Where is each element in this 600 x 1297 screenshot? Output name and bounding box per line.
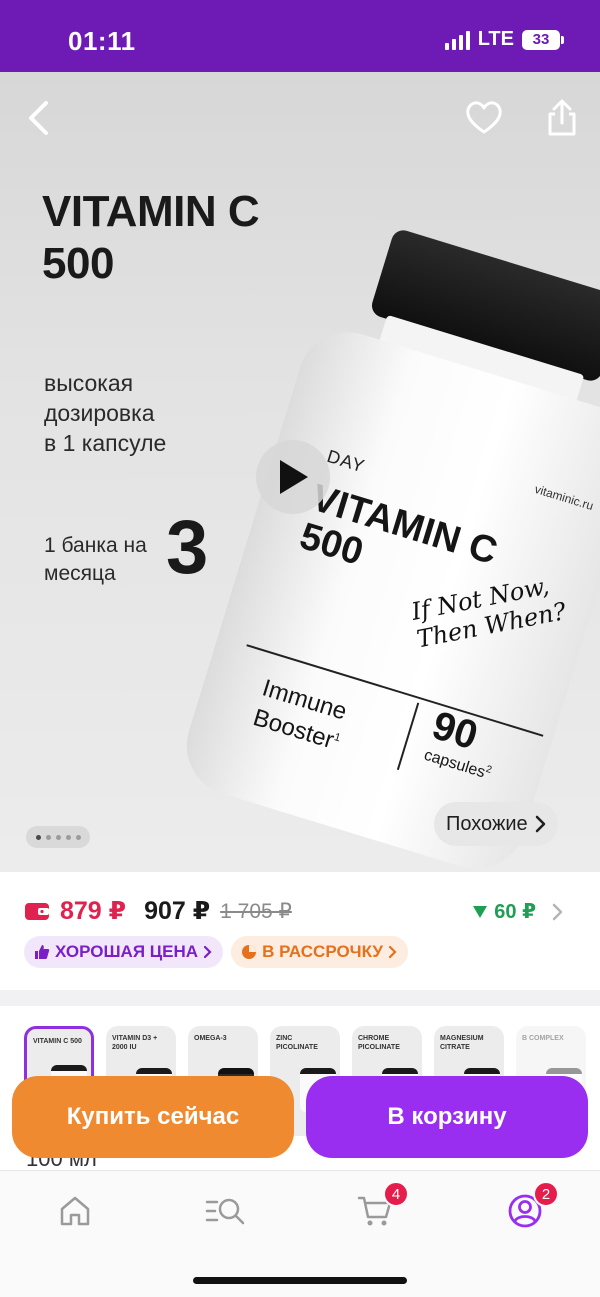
carousel-dot[interactable] (75, 834, 81, 840)
play-icon (280, 460, 308, 494)
variant-label: OMEGA-3 (194, 1035, 227, 1042)
bottle-brand: DAY (324, 446, 368, 477)
battery-icon: 33 (522, 29, 564, 50)
carousel-dot[interactable] (65, 834, 71, 840)
carousel-dot[interactable] (45, 834, 51, 840)
price-row: 879 ₽ 907 ₽ 1 705 ₽ (24, 896, 292, 926)
bottle-divider-vertical (396, 702, 420, 771)
discount-link[interactable]: 60 ₽ (472, 899, 564, 924)
section-divider (0, 990, 600, 1006)
network-type: LTE (477, 28, 514, 50)
installment-label: В РАССРОЧКУ (262, 942, 383, 961)
card-price: 879 ₽ (60, 897, 127, 925)
carousel-indicator[interactable] (26, 826, 90, 848)
installment-chip[interactable]: В РАССРОЧКУ (231, 936, 408, 968)
share-icon (548, 99, 576, 136)
status-bar: 01:11 LTE 33 (0, 0, 600, 72)
hero-jar-duration: 1 банка на месяца (44, 534, 147, 585)
tab-profile[interactable]: 2 (503, 1181, 559, 1233)
status-indicators: LTE 33 (444, 28, 564, 51)
product-gallery[interactable]: VITAMIN C 500 высокая дозировка в 1 капс… (0, 72, 600, 872)
back-button[interactable] (16, 96, 60, 140)
profile-badge: 2 (533, 1181, 559, 1207)
status-time: 01:11 (68, 26, 136, 56)
similar-label: Похожие (446, 812, 528, 835)
carousel-dot[interactable] (35, 834, 41, 840)
tab-home[interactable] (53, 1189, 97, 1233)
good-price-chip[interactable]: ХОРОШАЯ ЦЕНА (24, 936, 224, 968)
similar-products-button[interactable]: Похожие (434, 802, 558, 846)
pie-chart-icon (242, 945, 257, 959)
catalog-search-icon (205, 1198, 245, 1225)
chevron-right-icon (203, 945, 212, 959)
home-icon (60, 1196, 90, 1226)
discount-value: 60 ₽ (494, 901, 536, 923)
chevron-left-icon (29, 101, 48, 135)
share-button[interactable] (540, 96, 584, 140)
hero-title: VITAMIN C 500 (42, 187, 260, 288)
chevron-right-icon (552, 903, 563, 920)
carousel-dot[interactable] (55, 834, 61, 840)
variant-label: B COMPLEX (522, 1035, 564, 1042)
cart-badge: 4 (383, 1181, 409, 1207)
variant-label: CHROME PICOLINATE (358, 1035, 400, 1051)
current-price: 907 ₽ (144, 897, 211, 925)
variant-label: VITAMIN D3 + 2000 IU (112, 1035, 158, 1051)
signal-icon (444, 30, 470, 50)
hero-months-number: 3 (166, 505, 209, 590)
battery-level: 33 (532, 31, 550, 48)
old-price: 1 705 ₽ (220, 899, 292, 923)
add-to-cart-button[interactable]: В корзину (306, 1076, 588, 1158)
price-section: 879 ₽ 907 ₽ 1 705 ₽ 60 ₽ ХОРОШАЯ ЦЕНА В … (0, 872, 600, 992)
variant-label: VITAMIN C 500 (33, 1038, 82, 1045)
heart-icon (466, 101, 502, 134)
hero-description: высокая дозировка в 1 капсуле (44, 370, 167, 456)
chevron-right-icon (535, 815, 545, 833)
bottle-site: vitaminic.ru (532, 481, 596, 514)
wallet-icon (25, 903, 49, 920)
favorite-button[interactable] (462, 96, 506, 140)
variant-label: MAGNESIUM CITRATE (440, 1035, 484, 1051)
buy-now-button[interactable]: Купить сейчас (12, 1076, 294, 1158)
bottle-booster: Immune Booster1 (250, 674, 350, 755)
play-video-button[interactable] (256, 440, 330, 514)
triangle-down-icon (473, 905, 488, 918)
tab-cart[interactable]: 4 (353, 1181, 409, 1233)
price-chips: ХОРОШАЯ ЦЕНА В РАССРОЧКУ (24, 936, 408, 968)
home-indicator (193, 1277, 407, 1284)
variant-label: ZINC PICOLINATE (276, 1035, 318, 1051)
product-bottle-image: vitaminic.ru DAY VITAMIN C 500 If Not No… (157, 227, 600, 872)
good-price-label: ХОРОШАЯ ЦЕНА (55, 942, 199, 961)
chevron-right-icon (388, 945, 397, 959)
tab-catalog[interactable] (203, 1189, 247, 1233)
thumbs-up-icon (35, 945, 50, 959)
